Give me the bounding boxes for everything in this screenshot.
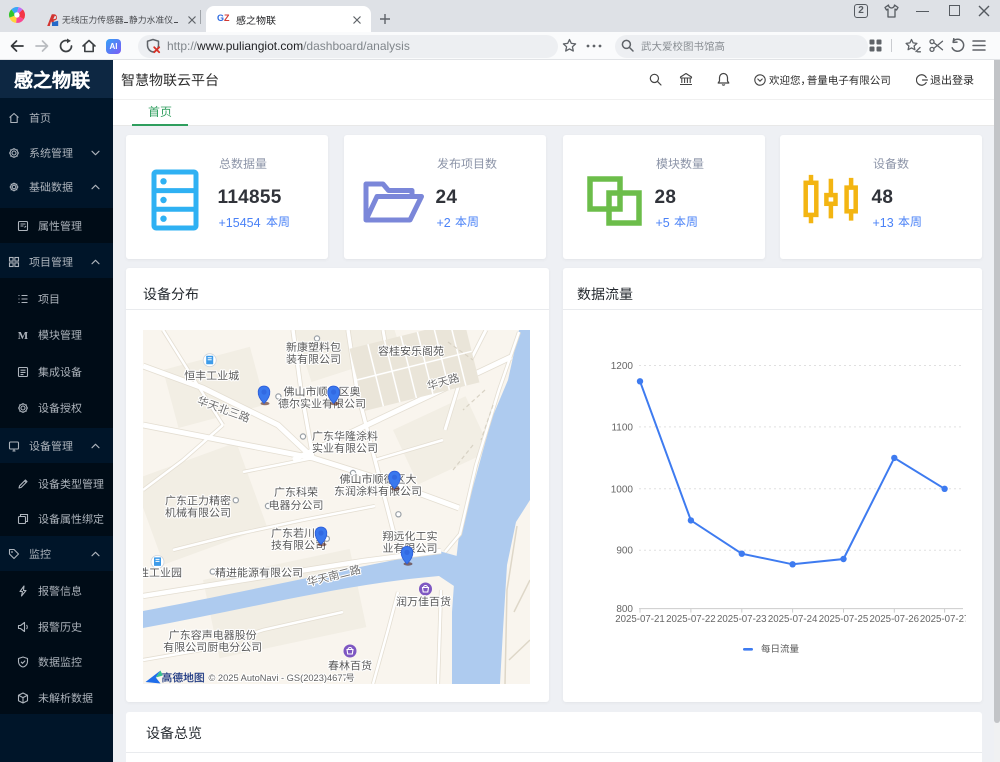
- svg-text:2025-07-24: 2025-07-24: [768, 614, 818, 625]
- svg-text:2025-07-27: 2025-07-27: [920, 614, 966, 625]
- svg-text:2025-07-21: 2025-07-21: [615, 614, 665, 625]
- svg-text:© 2025 AutoNavi - GS(2023)4677: © 2025 AutoNavi - GS(2023)4677: [209, 673, 348, 683]
- svg-text:2025-07-25: 2025-07-25: [819, 614, 869, 625]
- svg-text:1000: 1000: [611, 484, 634, 495]
- svg-text:1200: 1200: [611, 361, 634, 372]
- svg-text:2025-07-23: 2025-07-23: [717, 614, 767, 625]
- svg-text:900: 900: [616, 546, 633, 557]
- svg-text:2025-07-26: 2025-07-26: [870, 614, 920, 625]
- svg-text:2025-07-22: 2025-07-22: [666, 614, 716, 625]
- svg-text:M: M: [18, 330, 29, 341]
- svg-text:1100: 1100: [611, 422, 633, 433]
